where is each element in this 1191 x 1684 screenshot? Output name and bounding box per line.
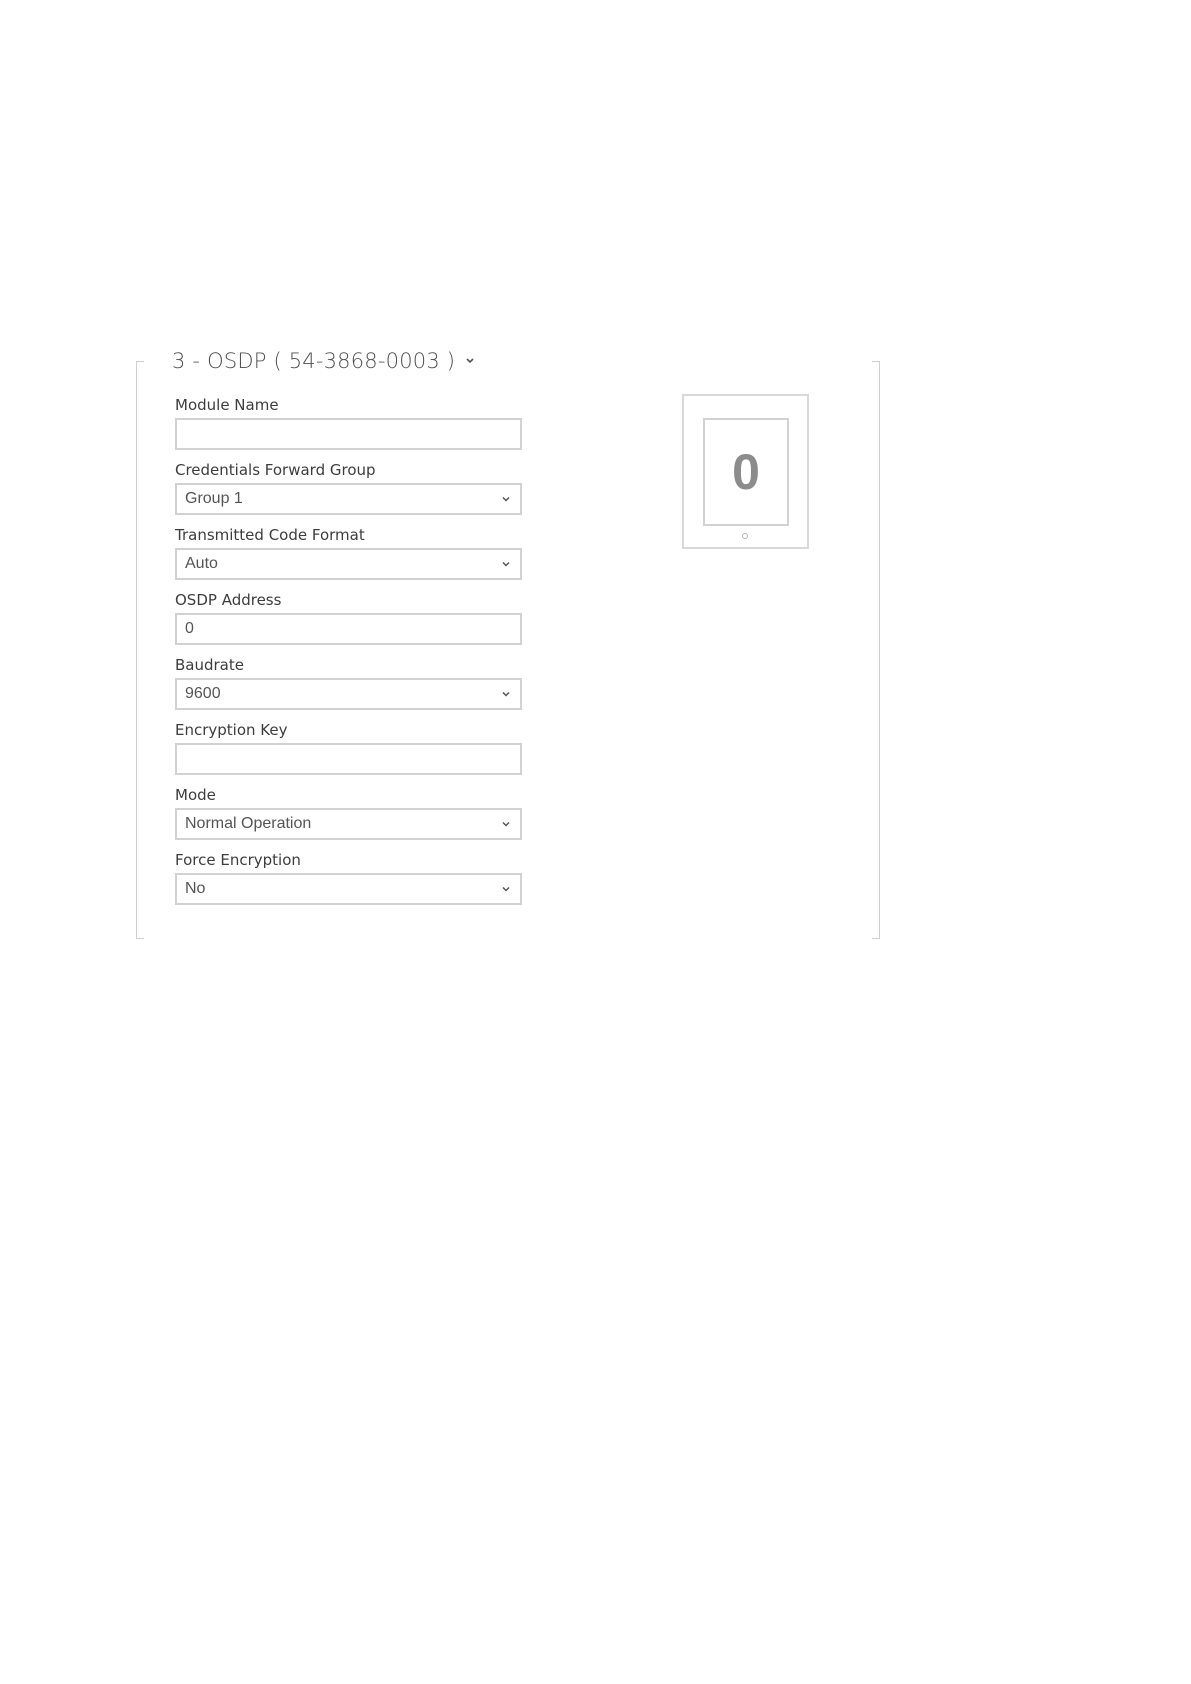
baudrate-field: Baudrate 9600 (175, 655, 525, 720)
module-panel: 3 - OSDP ( 54-3868-0003 ) Module Name Cr… (136, 349, 880, 939)
transmitted-code-format-select[interactable]: Auto (175, 548, 522, 580)
mode-value: Normal Operation (185, 815, 312, 832)
chevron-down-icon (502, 691, 510, 697)
baudrate-label: Baudrate (175, 656, 244, 674)
panel-right-bracket (872, 361, 880, 939)
credentials-forward-group-select[interactable]: Group 1 (175, 483, 522, 515)
panel-left-bracket (136, 361, 144, 939)
credentials-forward-group-label: Credentials Forward Group (175, 461, 376, 479)
module-name-input[interactable] (175, 418, 522, 450)
module-title: 3 - OSDP ( 54-3868-0003 ) (172, 349, 456, 373)
transmitted-code-format-field: Transmitted Code Format Auto (175, 525, 525, 590)
force-encryption-field: Force Encryption No (175, 850, 525, 915)
chevron-down-icon (502, 821, 510, 827)
status-led-icon (742, 533, 748, 539)
osdp-address-input[interactable]: 0 (175, 613, 522, 645)
chevron-down-icon (502, 561, 510, 567)
osdp-address-field: OSDP Address 0 (175, 590, 525, 655)
baudrate-value: 9600 (185, 685, 221, 702)
encryption-key-field: Encryption Key (175, 720, 525, 785)
force-encryption-label: Force Encryption (175, 851, 301, 869)
module-name-label: Module Name (175, 396, 279, 414)
mode-select[interactable]: Normal Operation (175, 808, 522, 840)
module-preview-screen: 0 (703, 418, 789, 526)
force-encryption-value: No (185, 880, 206, 897)
baudrate-select[interactable]: 9600 (175, 678, 522, 710)
mode-label: Mode (175, 786, 216, 804)
keypad-module-icon: 0 (682, 394, 809, 549)
transmitted-code-format-label: Transmitted Code Format (175, 526, 365, 544)
osdp-address-value: 0 (185, 620, 194, 637)
encryption-key-input[interactable] (175, 743, 522, 775)
force-encryption-select[interactable]: No (175, 873, 522, 905)
credentials-forward-group-value: Group 1 (185, 490, 243, 507)
chevron-down-icon (502, 496, 510, 502)
module-name-field: Module Name (175, 395, 525, 460)
encryption-key-label: Encryption Key (175, 721, 288, 739)
module-position-digit: 0 (732, 444, 760, 500)
chevron-down-icon (502, 886, 510, 892)
chevron-down-icon[interactable] (463, 354, 477, 368)
module-header-toggle[interactable]: 3 - OSDP ( 54-3868-0003 ) (172, 349, 477, 373)
mode-field: Mode Normal Operation (175, 785, 525, 850)
transmitted-code-format-value: Auto (185, 555, 218, 572)
credentials-forward-group-field: Credentials Forward Group Group 1 (175, 460, 525, 525)
osdp-address-label: OSDP Address (175, 591, 282, 609)
module-settings-form: Module Name Credentials Forward Group Gr… (175, 395, 525, 915)
